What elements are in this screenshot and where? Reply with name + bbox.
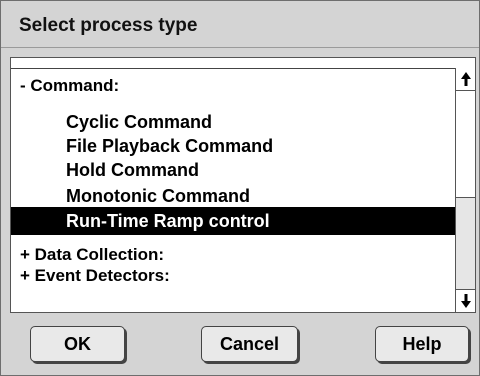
arrow-up-icon xyxy=(460,72,471,86)
scroll-down-button[interactable] xyxy=(456,289,475,312)
process-type-listbox[interactable]: - Command: Cyclic Command File Playback … xyxy=(10,57,476,313)
process-type-list: - Command: Cyclic Command File Playback … xyxy=(11,69,456,312)
list-item-monotonic-command[interactable]: Monotonic Command xyxy=(11,182,456,210)
list-item-hold-command[interactable]: Hold Command xyxy=(11,156,456,184)
list-item-event-detectors-group[interactable]: + Event Detectors: xyxy=(11,262,456,290)
scrollbar-thumb[interactable] xyxy=(456,91,475,198)
cancel-button[interactable]: Cancel xyxy=(201,326,298,362)
title-divider xyxy=(1,47,479,48)
dialog-title: Select process type xyxy=(19,15,198,36)
ok-button[interactable]: OK xyxy=(30,326,125,362)
help-button[interactable]: Help xyxy=(375,326,469,362)
arrow-down-icon xyxy=(460,294,471,308)
list-item-run-time-ramp-control[interactable]: Run-Time Ramp control xyxy=(11,207,456,235)
list-item-command-group[interactable]: - Command: xyxy=(11,72,456,100)
scroll-up-button[interactable] xyxy=(456,68,475,91)
select-process-dialog: Select process type - Command: Cyclic Co… xyxy=(0,0,480,376)
list-scrollbar[interactable] xyxy=(455,68,475,312)
